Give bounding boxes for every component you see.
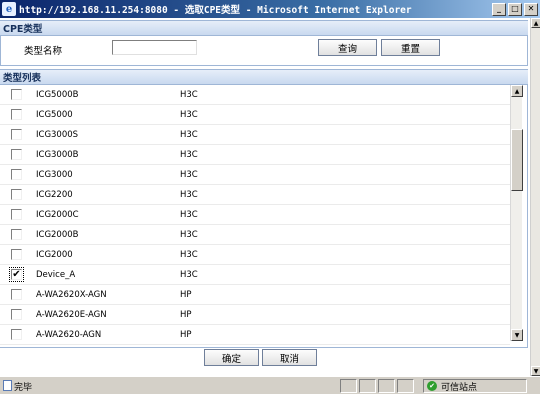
- list-item[interactable]: A-WA2610E-AGNHP: [0, 345, 510, 347]
- list-item[interactable]: A-WA2620E-AGN HP: [0, 305, 510, 325]
- page-scroll-down-button[interactable]: ▼: [531, 366, 540, 376]
- row-checkbox[interactable]: [11, 209, 22, 220]
- row-checkbox[interactable]: [11, 249, 22, 260]
- vendor-cell: H3C: [180, 209, 198, 220]
- list-item[interactable]: ICG2000 H3C: [0, 245, 510, 265]
- type-name-cell: A-WA2620-AGN: [36, 329, 102, 340]
- row-checkbox[interactable]: [11, 89, 22, 100]
- type-name-cell: ICG2000C: [36, 209, 79, 220]
- cancel-button[interactable]: 取消: [262, 349, 317, 366]
- list-item[interactable]: ICG2000C H3C: [0, 205, 510, 225]
- status-cell: [340, 379, 357, 393]
- status-cell: [397, 379, 414, 393]
- type-name-cell: ICG2000B: [36, 229, 79, 240]
- type-name-cell: ICG2000: [36, 249, 73, 260]
- status-cell: [359, 379, 376, 393]
- type-name-cell: ICG5000: [36, 109, 73, 120]
- type-name-label: 类型名称: [24, 46, 63, 57]
- row-checkbox[interactable]: [11, 229, 22, 240]
- close-button[interactable]: ✕: [524, 2, 538, 16]
- page-scroll-up-button[interactable]: ▲: [531, 18, 540, 28]
- vendor-cell: H3C: [180, 189, 198, 200]
- row-checkbox[interactable]: [11, 169, 22, 180]
- row-checkbox[interactable]: [11, 129, 22, 140]
- list-item[interactable]: ICG3000 H3C: [0, 165, 510, 185]
- status-cell: [378, 379, 395, 393]
- row-checkbox[interactable]: [11, 189, 22, 200]
- list-item[interactable]: ICG2000B H3C: [0, 225, 510, 245]
- row-checkbox[interactable]: [11, 329, 22, 340]
- list-item[interactable]: ICG2200 H3C: [0, 185, 510, 205]
- vendor-cell: H3C: [180, 169, 198, 180]
- vendor-cell: H3C: [180, 229, 198, 240]
- row-checkbox[interactable]: [11, 149, 22, 160]
- page-scrollbar[interactable]: ▲ ▼: [530, 18, 540, 376]
- ok-button[interactable]: 确定: [204, 349, 259, 366]
- vendor-cell: HP: [180, 329, 192, 340]
- page-done-icon: [3, 380, 12, 391]
- query-button[interactable]: 查询: [318, 39, 377, 56]
- status-text: 完毕: [14, 383, 33, 393]
- list-scrollbar[interactable]: ▲ ▼: [510, 85, 523, 341]
- vendor-cell: H3C: [180, 249, 198, 260]
- vendor-cell: H3C: [180, 129, 198, 140]
- type-name-cell: ICG3000S: [36, 129, 79, 140]
- window-title: http://192.168.11.254:8080 - 选取CPE类型 - M…: [19, 5, 412, 16]
- maximize-button[interactable]: □: [508, 2, 522, 16]
- row-checkbox[interactable]: [11, 109, 22, 120]
- minimize-button[interactable]: _: [492, 2, 506, 16]
- list-item[interactable]: A-WA2620X-AGN HP: [0, 285, 510, 305]
- type-name-cell: A-WA2620X-AGN: [36, 289, 107, 300]
- trusted-zone-icon: ✔: [427, 381, 437, 391]
- type-list: ICG5000B H3C ICG5000 H3C ICG3000S H3C ICG3000B…: [0, 85, 522, 347]
- vendor-cell: HP: [180, 289, 192, 300]
- vendor-cell: H3C: [180, 89, 198, 100]
- list-item[interactable]: A-WA2620-AGN HP: [0, 325, 510, 345]
- list-scroll-up-button[interactable]: ▲: [511, 85, 523, 97]
- vendor-cell: H3C: [180, 269, 198, 280]
- list-scroll-thumb[interactable]: [511, 129, 523, 191]
- zone-text: 可信站点: [441, 383, 478, 393]
- type-name-cell: ICG2200: [36, 189, 73, 200]
- page-content: CPE类型 类型名称 查询 重置 类型列表 ICG5000B H3C ICG5000…: [0, 18, 540, 376]
- vendor-cell: HP: [180, 309, 192, 320]
- cpe-type-section-header: CPE类型: [0, 20, 528, 36]
- type-name-cell: ICG3000: [36, 169, 73, 180]
- reset-button[interactable]: 重置: [381, 39, 440, 56]
- type-name-cell: Device_A: [36, 269, 76, 280]
- row-checkbox[interactable]: [11, 309, 22, 320]
- ie-icon: e: [2, 2, 16, 16]
- type-name-cell: A-WA2620E-AGN: [36, 309, 107, 320]
- type-name-cell: ICG3000B: [36, 149, 79, 160]
- row-checkbox[interactable]: [11, 289, 22, 300]
- vendor-cell: H3C: [180, 109, 198, 120]
- list-item[interactable]: ✔ Device_A H3C: [0, 265, 510, 285]
- cpe-type-section-title: CPE类型: [3, 24, 43, 35]
- list-item[interactable]: ICG3000S H3C: [0, 125, 510, 145]
- window-title-bar[interactable]: e http://192.168.11.254:8080 - 选取CPE类型 -…: [0, 0, 540, 18]
- list-item[interactable]: ICG3000B H3C: [0, 145, 510, 165]
- filter-panel: [0, 36, 528, 66]
- list-item[interactable]: ICG5000B H3C: [0, 85, 510, 105]
- type-list-section-header: 类型列表: [0, 69, 528, 85]
- type-list-section-title: 类型列表: [3, 73, 42, 84]
- status-bar: 完毕 ✔ 可信站点: [0, 376, 540, 394]
- row-checkbox[interactable]: ✔: [9, 267, 24, 282]
- type-name-cell: ICG5000B: [36, 89, 79, 100]
- type-name-input[interactable]: [112, 40, 197, 55]
- list-scroll-down-button[interactable]: ▼: [511, 329, 523, 341]
- vendor-cell: H3C: [180, 149, 198, 160]
- list-item[interactable]: ICG5000 H3C: [0, 105, 510, 125]
